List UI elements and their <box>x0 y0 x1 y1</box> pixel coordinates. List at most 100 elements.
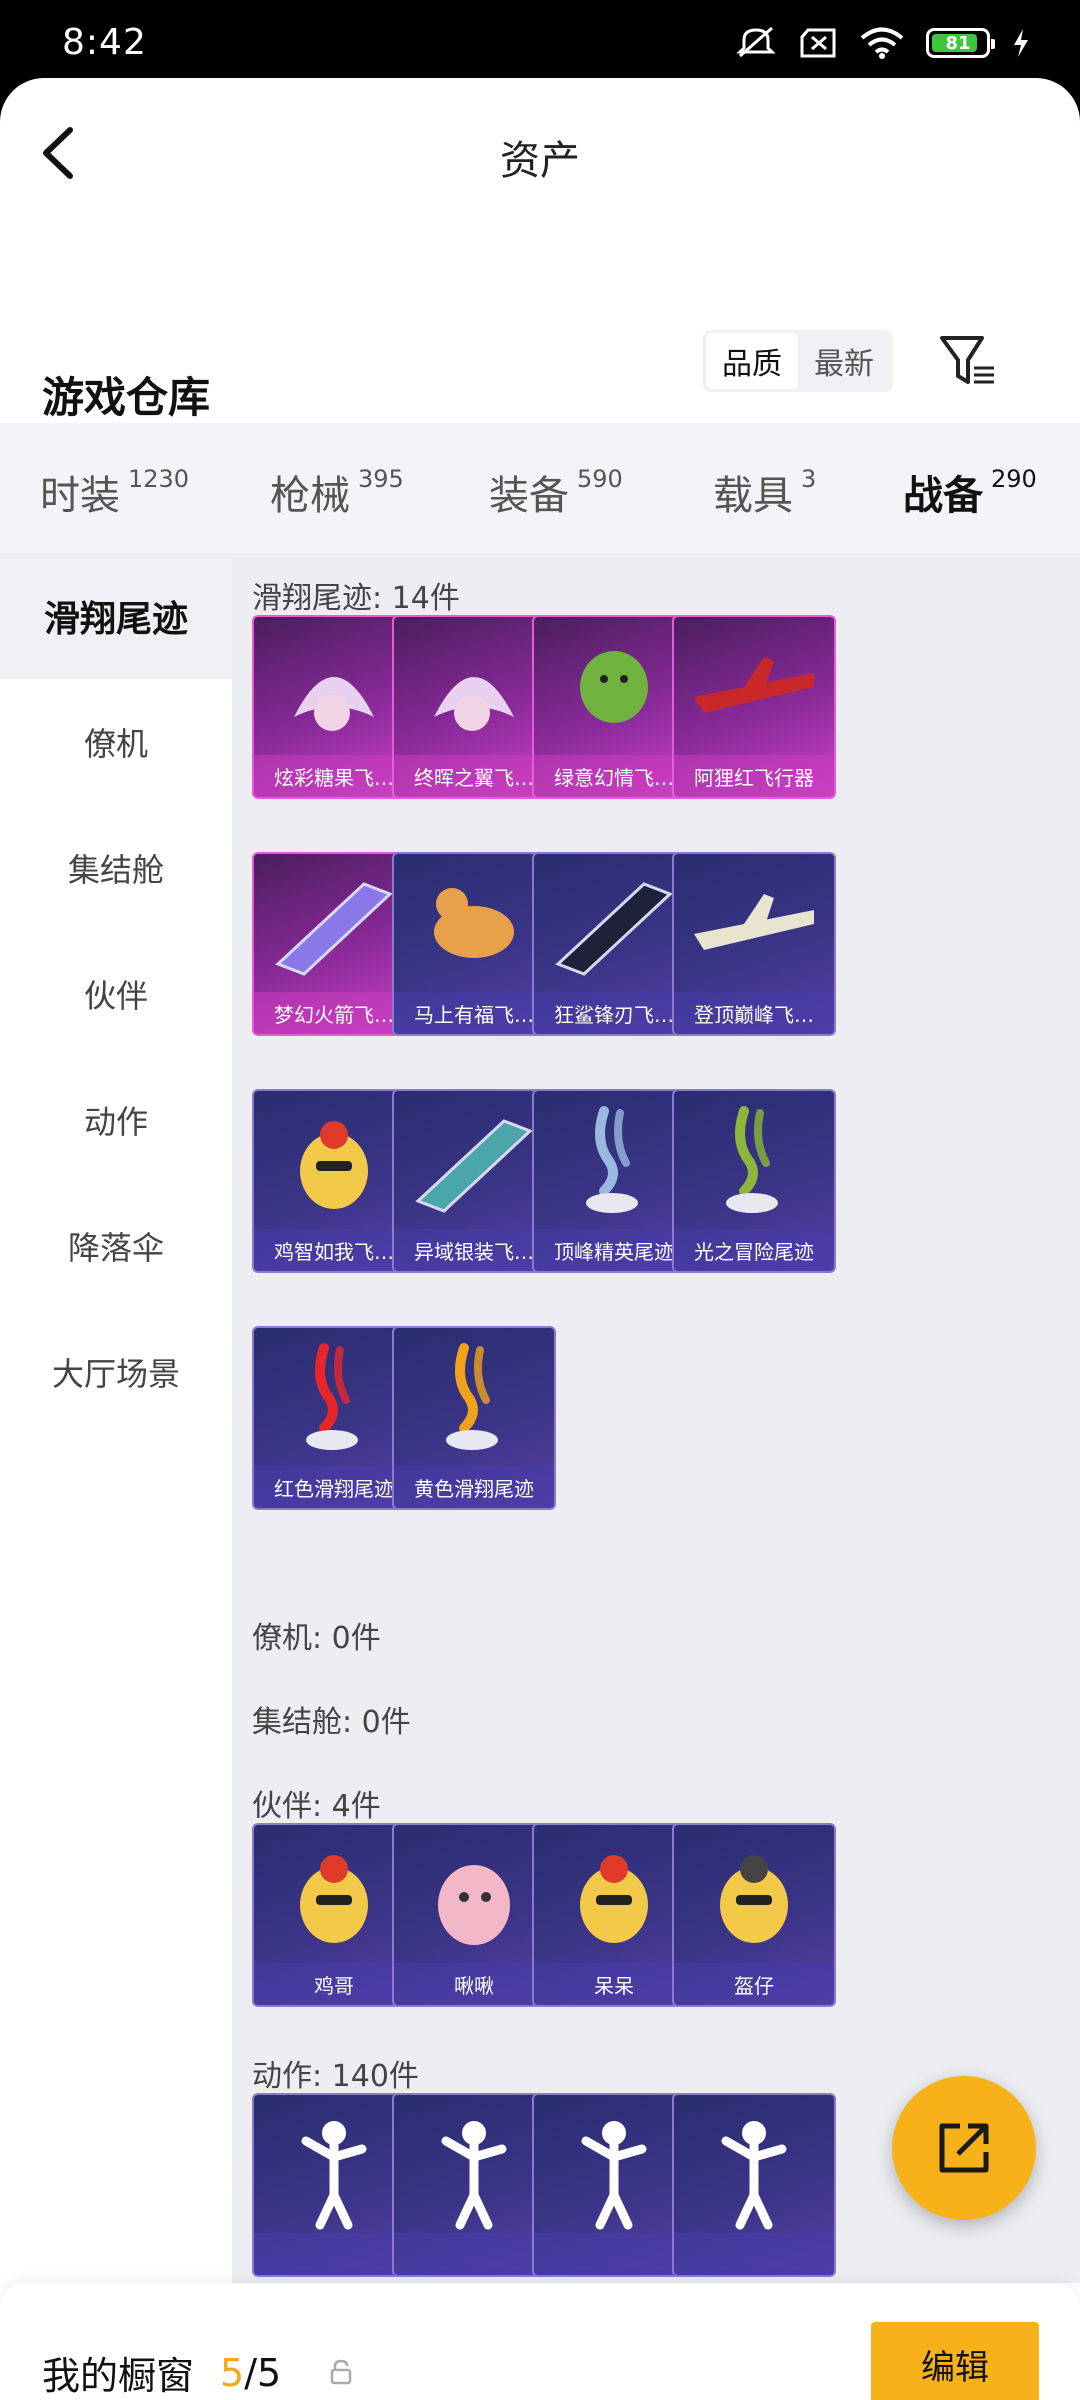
shark-glider-icon <box>555 882 673 976</box>
tab-combat-gear[interactable]: 战备 290 <box>903 463 1037 521</box>
pink-bird-partner-icon <box>438 1865 510 1945</box>
item-card-label: 黄色滑翔尾迹 <box>394 1466 554 1508</box>
sidebar-item-lobby-scene[interactable]: 大厅场景 <box>0 1309 232 1435</box>
item-card-label: 啾啾 <box>394 1963 554 2005</box>
item-card-label: 红色滑翔尾迹 <box>254 1466 414 1508</box>
item-card[interactable]: 盔仔 <box>672 1823 836 2007</box>
dance-action-icon <box>721 2121 787 2230</box>
section-title: 伙伴: 4件 <box>252 1789 381 1824</box>
dance-action-icon <box>441 2121 507 2230</box>
share-button[interactable] <box>892 2076 1036 2220</box>
item-card-label: 顶峰精英尾迹 <box>534 1229 694 1271</box>
tab-label: 装备 <box>489 473 569 519</box>
warehouse-title: 游戏仓库 <box>42 373 211 422</box>
tab-count: 590 <box>577 465 623 493</box>
tab-count: 3 <box>801 465 817 493</box>
item-card-label: 阿狸红飞行器 <box>674 755 834 797</box>
mute-icon <box>736 26 776 58</box>
item-card-label: 呆呆 <box>534 1963 694 2005</box>
tab-count: 290 <box>991 465 1037 493</box>
item-card-label: 绿意幻情飞… <box>534 755 694 797</box>
red-smoke-trail-icon <box>306 1343 358 1450</box>
category-tabs: 时装 1230 枪械 395 装备 590 载具 3 战备 290 <box>0 423 1080 553</box>
helmet-chick-partner-icon <box>720 1855 788 1943</box>
item-card-label: 登顶巅峰飞… <box>674 992 834 1034</box>
sidebar-item-wingman[interactable]: 僚机 <box>0 679 232 805</box>
sidebar-item-parachute[interactable]: 降落伞 <box>0 1183 232 1309</box>
sidebar-item-action[interactable]: 动作 <box>0 1057 232 1183</box>
horse-glider-icon <box>434 888 514 958</box>
sidebar-item-glide-trail[interactable]: 滑翔尾迹 <box>0 553 232 679</box>
page-title: 资产 <box>500 138 580 184</box>
warehouse-header: 游戏仓库 <box>0 328 1080 438</box>
showcase-label: 我的橱窗 <box>42 2354 195 2398</box>
battery-level: 81 <box>945 32 971 54</box>
item-card-label <box>534 2233 694 2275</box>
section-title: 动作: 140件 <box>252 2059 419 2094</box>
showcase-current: 5 <box>220 2350 245 2395</box>
item-card-label: 异域银装飞… <box>394 1229 554 1271</box>
green-smoke-trail-icon <box>726 1106 778 1213</box>
blue-smoke-trail-icon <box>586 1106 638 1213</box>
filter-icon[interactable] <box>938 330 998 392</box>
tab-equipment[interactable]: 装备 590 <box>489 463 623 521</box>
item-card-label: 马上有福飞… <box>394 992 554 1034</box>
status-bar: 8:42 81 <box>0 0 1080 80</box>
charging-icon <box>1014 29 1028 57</box>
no-sim-icon <box>800 28 836 58</box>
yellow-smoke-trail-icon <box>446 1343 498 1450</box>
tab-label: 时装 <box>40 473 120 519</box>
top-bar: 资产 <box>0 78 1080 228</box>
sort-toggle: 品质 最新 <box>703 330 893 392</box>
item-card-label <box>254 2233 414 2275</box>
sort-newest-button[interactable]: 最新 <box>798 333 890 389</box>
sidebar: 滑翔尾迹 僚机 集结舱 伙伴 动作 降落伞 大厅场景 <box>0 553 232 2283</box>
item-grid: 滑翔尾迹: 14件 僚机: 0件 集结舱: 0件 伙伴: 4件 动作: 140件… <box>232 553 1080 2283</box>
lock-icon <box>330 2359 352 2385</box>
item-card[interactable]: 黄色滑翔尾迹 <box>392 1326 556 1510</box>
wing-glider-icon <box>434 677 514 731</box>
tab-fashion[interactable]: 时装 1230 <box>40 463 189 521</box>
blade-glider-icon <box>415 1119 533 1213</box>
showcase-count: 5/5 <box>220 2351 281 2395</box>
sort-quality-button[interactable]: 品质 <box>706 333 798 389</box>
section-title: 集结舱: 0件 <box>252 1705 411 1740</box>
item-card-label <box>394 2233 554 2275</box>
dance-action-icon <box>581 2121 647 2230</box>
chick-partner-icon <box>580 1855 648 1943</box>
app-surface: 资产 游戏仓库 品质 最新 时装 1230 枪械 395 装备 590 载具 3… <box>0 78 1080 2400</box>
sidebar-item-pod[interactable]: 集结舱 <box>0 805 232 931</box>
tab-vehicles[interactable]: 载具 3 <box>713 463 816 521</box>
item-card-label: 终晖之翼飞… <box>394 755 554 797</box>
item-card-label: 盔仔 <box>674 1963 834 2005</box>
jet-glider-icon <box>694 894 814 950</box>
status-time: 8:42 <box>62 22 147 63</box>
item-card[interactable] <box>672 2093 836 2277</box>
dance-action-icon <box>301 2121 367 2230</box>
tab-label: 枪械 <box>270 473 350 519</box>
tab-count: 395 <box>358 465 404 493</box>
chicken-partner-icon <box>300 1855 368 1943</box>
cactus-glider-icon <box>580 651 648 723</box>
tab-count: 1230 <box>128 465 190 493</box>
item-card[interactable]: 阿狸红飞行器 <box>672 615 836 799</box>
chicken-glider-icon <box>300 1121 368 1209</box>
item-card[interactable]: 登顶巅峰飞… <box>672 852 836 1036</box>
item-card-label: 鸡哥 <box>254 1963 414 2005</box>
section-title: 僚机: 0件 <box>252 1621 381 1656</box>
section-title: 滑翔尾迹: 14件 <box>252 581 460 616</box>
rocket-glider-icon <box>275 882 393 976</box>
item-card-label <box>674 2233 834 2275</box>
item-card[interactable]: 光之冒险尾迹 <box>672 1089 836 1273</box>
item-card-label: 狂鲨锋刃飞… <box>534 992 694 1034</box>
tab-label: 战备 <box>903 473 983 519</box>
showcase-total: /5 <box>244 2350 282 2395</box>
item-card-label: 梦幻火箭飞… <box>254 992 414 1034</box>
candy-glider-icon <box>294 677 374 731</box>
tab-firearms[interactable]: 枪械 395 <box>270 463 404 521</box>
tab-label: 载具 <box>713 473 793 519</box>
share-icon <box>939 2123 989 2173</box>
sidebar-item-partner[interactable]: 伙伴 <box>0 931 232 1057</box>
edit-button[interactable]: 编辑 <box>871 2322 1039 2400</box>
item-card-label: 炫彩糖果飞… <box>254 755 414 797</box>
